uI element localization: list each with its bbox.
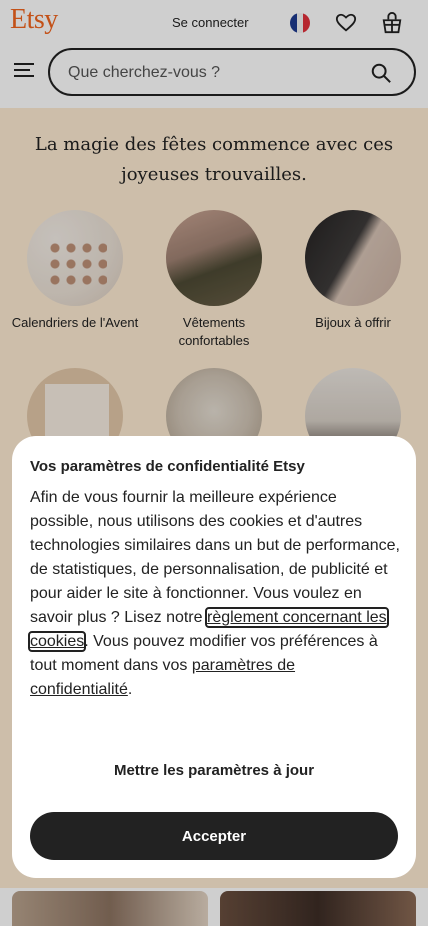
dialog-text: . (127, 681, 133, 698)
privacy-settings-dialog: Vos paramètres de confidentialité Etsy A… (12, 436, 416, 878)
dialog-text: Afin de vous fournir la meilleure expéri… (30, 489, 400, 626)
dialog-body: Afin de vous fournir la meilleure expéri… (28, 486, 400, 702)
dialog-title: Vos paramètres de confidentialité Etsy (30, 458, 305, 475)
accept-button[interactable]: Accepter (30, 812, 398, 860)
update-settings-button[interactable]: Mettre les paramètres à jour (30, 758, 398, 782)
